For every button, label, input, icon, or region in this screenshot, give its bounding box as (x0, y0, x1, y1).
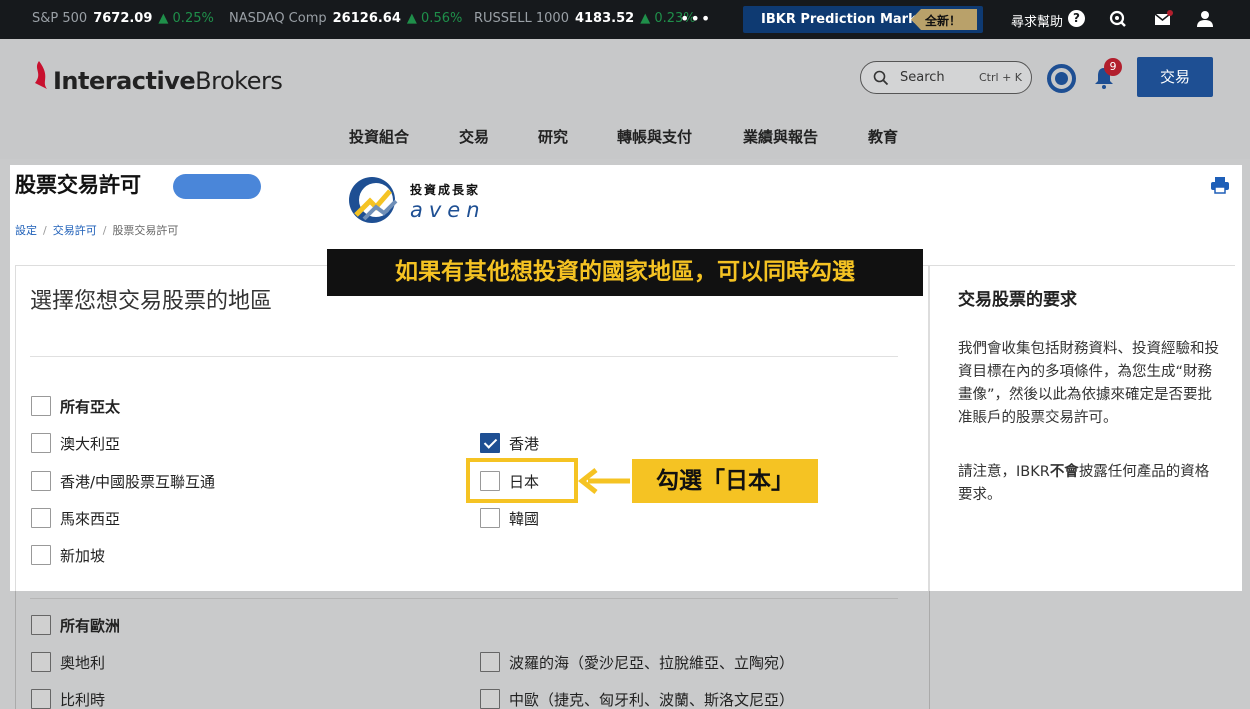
nav-research[interactable]: 研究 (538, 126, 568, 147)
assistant-icon[interactable] (1047, 64, 1076, 93)
ticker-change: ▲ 0.25% (158, 11, 214, 26)
search-shortcut: Ctrl + K (979, 71, 1022, 84)
trade-button[interactable]: 交易 (1137, 57, 1213, 97)
checkbox-label: 中歐（捷克、匈牙利、波蘭、斯洛文尼亞） (509, 691, 795, 709)
sidebar-title: 交易股票的要求 (958, 290, 1077, 310)
brand-bold: Interactive (53, 67, 196, 95)
mail-icon[interactable] (1153, 9, 1173, 29)
ticker-value: 26126.64 (332, 11, 401, 26)
sidebar-paragraph: 我們會收集包括財務資料、投資經驗和投資目標在內的多項條件，為您生成“財務畫像”，… (958, 341, 1219, 426)
search-input[interactable]: Search Ctrl + K (860, 61, 1032, 94)
arrow-left-icon (578, 468, 630, 494)
checkbox-label-all-asia: 所有亞太 (60, 398, 121, 416)
watermark-logo: 投資成長家 aven (346, 171, 506, 227)
search-placeholder: Search (900, 70, 945, 85)
ticker-russell[interactable]: RUSSELL 1000 4183.52 ▲ 0.23% (474, 11, 696, 26)
breadcrumb-trading-permissions[interactable]: 交易許可 (53, 224, 97, 237)
user-account-icon[interactable] (1195, 9, 1215, 29)
checkbox-hong-kong[interactable] (480, 433, 500, 453)
ibkr-flame-icon (35, 61, 47, 89)
help-icon[interactable]: ? (1068, 10, 1085, 27)
brand-light: Brokers (195, 67, 283, 95)
brand-name: InteractiveBrokers (53, 67, 283, 95)
checkbox-label: 香港/中國股票互聯互通 (60, 473, 216, 491)
checkbox-label: 澳大利亞 (60, 435, 121, 453)
note-text: 請注意，IBKR (958, 464, 1050, 480)
watermark-title: 投資成長家 (410, 183, 481, 197)
breadcrumb: 設定 / 交易許可 / 股票交易許可 (15, 222, 178, 238)
highlight-box-japan (466, 458, 578, 503)
tutorial-callout: 勾選「日本」 (632, 459, 818, 503)
ticker-bar: S&P 500 7672.09 ▲ 0.25% NASDAQ Comp 26126.6… (0, 0, 1250, 39)
checkbox-label: 比利時 (60, 691, 106, 709)
ticker-name: RUSSELL 1000 (474, 11, 569, 26)
promo-badge: 全新！ (911, 9, 977, 30)
nav-portfolio[interactable]: 投資組合 (349, 126, 409, 147)
nav-education[interactable]: 教育 (868, 126, 898, 147)
notification-count-badge: 9 (1104, 58, 1122, 76)
watermark-emblem-icon (349, 177, 398, 223)
page-title: 股票交易許可 (15, 173, 141, 197)
print-icon[interactable] (1210, 176, 1230, 194)
ticker-name: S&P 500 (32, 11, 88, 26)
prediction-markets-promo[interactable]: IBKR Prediction Markets 全新！ (743, 6, 983, 33)
breadcrumb-separator: / (102, 224, 107, 237)
note-emphasis: 不會 (1049, 464, 1079, 480)
checkbox-label-all-europe: 所有歐洲 (60, 617, 121, 635)
ticker-nasdaq[interactable]: NASDAQ Comp 26126.64 ▲ 0.56% (229, 11, 462, 26)
ticker-name: NASDAQ Comp (229, 11, 327, 26)
nav-trade[interactable]: 交易 (459, 126, 489, 147)
tutorial-banner: 如果有其他想投資的國家地區，可以同時勾選 (327, 249, 923, 296)
checkbox-label: 新加坡 (60, 547, 106, 565)
section-title: 選擇您想交易股票的地區 (30, 289, 273, 314)
checkbox-label: 波羅的海（愛沙尼亞、拉脫維亞、立陶宛） (509, 654, 795, 672)
help-link[interactable]: 尋求幫助 (1011, 11, 1063, 30)
ticker-value: 7672.09 (93, 11, 153, 26)
divider (30, 356, 898, 357)
checkbox-stock-connect[interactable] (31, 471, 51, 491)
checkbox-australia[interactable] (31, 433, 51, 453)
ticker-more-icon[interactable]: ••• (680, 9, 711, 28)
checkbox-singapore[interactable] (31, 545, 51, 565)
checkbox-all-europe[interactable] (31, 615, 51, 635)
ticker-change: ▲ 0.56% (406, 11, 463, 26)
divider (30, 598, 898, 599)
breadcrumb-separator: / (43, 224, 47, 237)
checkbox-label: 韓國 (509, 510, 540, 528)
site-header: InteractiveBrokers Search Ctrl + K 9 交易 … (0, 39, 1250, 159)
ticker-value: 4183.52 (574, 11, 635, 26)
redaction-pill (173, 174, 261, 199)
ticker-sp500[interactable]: S&P 500 7672.09 ▲ 0.25% (32, 11, 214, 26)
checkbox-label: 奧地利 (60, 654, 106, 672)
search-icon (873, 70, 889, 86)
checkbox-all-asia[interactable] (31, 396, 51, 416)
support-chat-icon[interactable] (1108, 9, 1128, 29)
ibkr-logo[interactable]: InteractiveBrokers (31, 55, 283, 105)
checkbox-austria[interactable] (31, 652, 51, 672)
checkbox-baltics[interactable] (480, 652, 500, 672)
breadcrumb-current: 股票交易許可 (112, 224, 179, 237)
checkbox-belgium[interactable] (31, 689, 51, 709)
sidebar-note: 請注意，IBKR不會披露任何產品的資格要求。 (958, 461, 1220, 507)
nav-transfer-pay[interactable]: 轉帳與支付 (617, 126, 692, 147)
nav-performance-reports[interactable]: 業績與報告 (743, 126, 818, 147)
checkbox-malaysia[interactable] (31, 508, 51, 528)
watermark-brand: aven (410, 198, 486, 222)
checkbox-central-europe[interactable] (480, 689, 500, 709)
checkbox-label: 馬來西亞 (60, 510, 121, 528)
breadcrumb-settings[interactable]: 設定 (15, 224, 37, 237)
checkbox-korea[interactable] (480, 508, 500, 528)
checkbox-label: 香港 (509, 435, 540, 453)
